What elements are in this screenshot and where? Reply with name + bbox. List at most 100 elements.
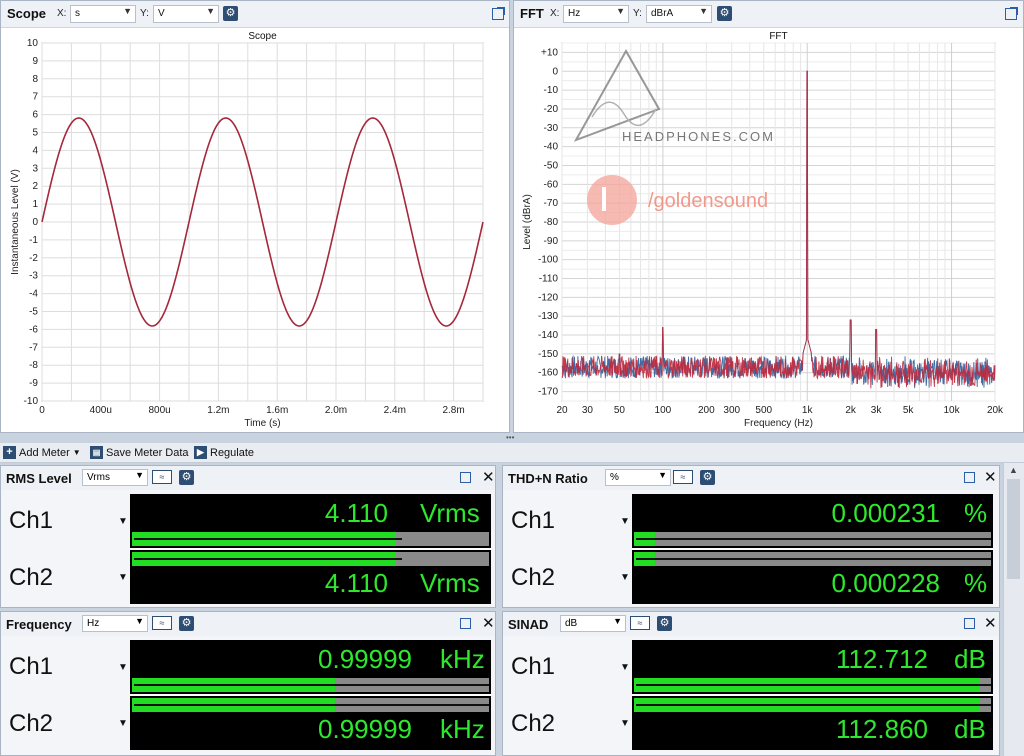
thdn-popout-icon[interactable] [964,472,975,483]
rms-ch2-label: Ch2 [9,564,54,591]
freq-ch1-unit: kHz [440,644,485,674]
chevron-down-icon: ▼ [658,470,667,480]
fft-popout-icon[interactable] [1005,7,1018,20]
chevron-down-icon: ▼ [699,6,708,16]
thdn-unit-select[interactable]: % ▼ [605,469,671,486]
rms-unit-select[interactable]: Vrms ▼ [82,469,148,486]
sinad-settings-gear-icon[interactable]: ⚙ [657,616,672,631]
scope-header: Scope X: s ▼ Y: V ▼ ⚙ [1,1,509,28]
fft-y-tick-label: -20 [544,104,559,115]
thdn-settings-gear-icon[interactable]: ⚙ [700,470,715,485]
rms-ch1-label: Ch1 [9,507,54,534]
freq-unit-select[interactable]: Hz ▼ [82,615,148,632]
chevron-down-icon: ▼ [135,470,144,480]
fft-x-tick-label: 100 [655,405,672,416]
sinad-graph-icon[interactable]: ≈ [630,616,650,630]
fft-x-axis-label: Frequency (Hz) [744,418,813,429]
fft-chart[interactable]: FFT +10 0 -10 -20 -30 -40 -50 -60 -70 -80 -90 -100 -1… [514,29,1023,433]
freq-ch2-bar [132,698,489,712]
freq-settings-gear-icon[interactable]: ⚙ [179,616,194,631]
fft-y-unit-select[interactable]: dBrA ▼ [646,5,712,23]
freq-ch1-dropdown-icon[interactable]: ▼ [118,662,128,673]
chevron-down-icon: ▼ [613,616,622,626]
sinad-ch2-dropdown-icon[interactable]: ▼ [620,718,630,729]
fft-x-tick-label: 50 [614,405,626,416]
rms-unit-value: Vrms [87,472,110,483]
regulate-button[interactable]: ▶ Regulate [194,446,254,459]
scope-y-tick-label: 6 [32,110,38,121]
sinad-ch1-value: 112.712 [835,644,928,674]
fft-x-tick-label: 200 [698,405,715,416]
thdn-close-icon[interactable]: ✕ [984,468,997,486]
freq-ch2-bar-line [134,704,489,706]
rms-ch2-bar-line [134,558,402,560]
scope-y-tick-label: -9 [29,378,38,389]
freq-meter-title: Frequency [6,617,72,632]
scope-chart-title: Scope [248,31,277,42]
rms-close-icon[interactable]: ✕ [482,468,495,486]
rms-ch1-bar [132,532,489,546]
freq-ch2-dropdown-icon[interactable]: ▼ [118,718,128,729]
thdn-ratio-meter: THD+N Ratio % ▼ ≈ ⚙ ✕ Ch1 ▼ Ch2 ▼ 0.00023… [502,465,1000,608]
freq-close-icon[interactable]: ✕ [482,614,495,632]
scope-y-tick-label: 0 [32,217,38,228]
headphones-watermark: HEADPHONES.COM [622,129,775,144]
sinad-unit-select[interactable]: dB ▼ [560,615,626,632]
scope-y-unit-select[interactable]: V ▼ [153,5,219,23]
rms-settings-gear-icon[interactable]: ⚙ [179,470,194,485]
splitter-grip[interactable]: ••• [0,434,1024,442]
fft-y-tick-label: -50 [544,160,559,171]
rms-ch2-value: 4.110 [324,568,388,598]
chevron-down-icon: ▼ [616,6,625,16]
frequency-meter: Frequency Hz ▼ ≈ ⚙ ✕ Ch1 ▼ Ch2 ▼ 0.99999 … [0,611,496,756]
sinad-popout-icon[interactable] [964,618,975,629]
save-meter-data-button[interactable]: ▤ Save Meter Data [90,446,189,459]
rms-ch2-unit: Vrms [420,568,480,598]
rms-ch1-dropdown-icon[interactable]: ▼ [118,516,128,527]
thdn-ch2-bar-line [636,558,991,560]
scope-popout-icon[interactable] [492,7,505,20]
rms-graph-icon[interactable]: ≈ [152,470,172,484]
scope-y-tick-label: -8 [29,360,38,371]
scope-y-label: Y: [140,8,149,19]
fft-x-tick-label: 2k [845,405,857,416]
freq-ch2-value: 0.99999 [318,714,412,744]
fft-x-tick-label: 3k [871,405,883,416]
meter-toolbar: + Add Meter ▼ ▤ Save Meter Data ▶ Regula… [0,443,1024,463]
thdn-ch2-value: 0.000228 [831,568,940,598]
scope-y-tick-label: -10 [24,396,39,407]
scope-x-unit-select[interactable]: s ▼ [70,5,136,23]
fft-settings-gear-icon[interactable]: ⚙ [717,6,732,21]
fft-y-tick-label: -60 [544,179,559,190]
thdn-ch2-bar [634,552,991,566]
fft-x-tick-label: 30 [582,405,594,416]
rms-display: 4.110 Vrms 4.110 Vrms [130,494,491,604]
add-meter-button[interactable]: + Add Meter ▼ [3,446,81,459]
rms-meter-title: RMS Level [6,471,72,486]
scroll-up-icon[interactable]: ▲ [1009,465,1018,475]
thdn-ch1-value: 0.000231 [831,498,940,528]
thdn-ch2-dropdown-icon[interactable]: ▼ [620,572,630,583]
fft-x-unit-select[interactable]: Hz ▼ [563,5,629,23]
scope-x-tick-label: 0 [39,405,45,416]
scope-settings-gear-icon[interactable]: ⚙ [223,6,238,21]
freq-popout-icon[interactable] [460,618,471,629]
fft-x-tick-label: 500 [755,405,772,416]
rms-popout-icon[interactable] [460,472,471,483]
scrollbar[interactable]: ▲ [1003,463,1024,756]
sinad-ch1-dropdown-icon[interactable]: ▼ [620,662,630,673]
fft-x-tick-label: 20k [987,405,1004,416]
freq-graph-icon[interactable]: ≈ [152,616,172,630]
rms-ch2-dropdown-icon[interactable]: ▼ [118,572,128,583]
scope-y-tick-label: 1 [32,199,38,210]
fft-y-tick-label: -80 [544,217,559,228]
scope-y-tick-label: 9 [32,56,38,67]
fft-y-tick-label: -30 [544,123,559,134]
sinad-ch1-bar [634,678,991,692]
fft-x-unit-value: Hz [568,8,581,19]
thdn-ch1-dropdown-icon[interactable]: ▼ [620,516,630,527]
scope-chart[interactable]: Scope109876543210-1-2-3-4-5-6-7-8-9-100 4… [1,29,509,433]
thdn-graph-icon[interactable]: ≈ [673,470,693,484]
sinad-close-icon[interactable]: ✕ [984,614,997,632]
fft-title: FFT [520,6,544,21]
